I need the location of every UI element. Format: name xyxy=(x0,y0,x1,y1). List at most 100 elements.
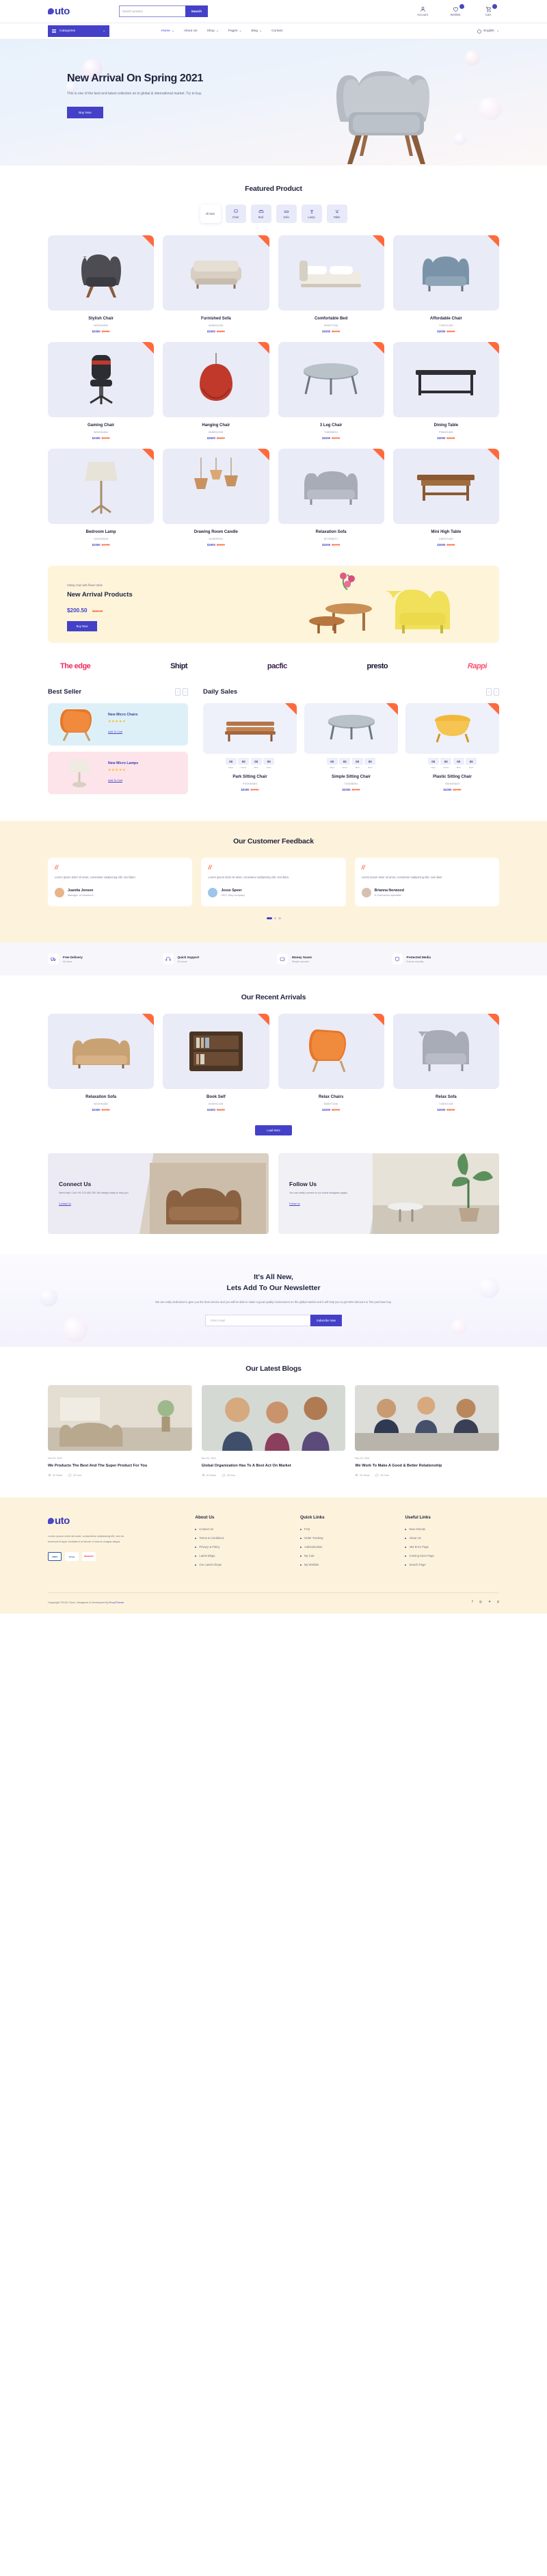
dailysales-next-button[interactable]: › xyxy=(494,688,499,696)
nav-item-blog[interactable]: Blog ⌄ xyxy=(251,29,262,33)
footer-link[interactable]: Authentication xyxy=(299,1545,395,1549)
product-card[interactable]: Comfortable Bed B09HT456 $2000 $1700 xyxy=(278,235,384,333)
footer-link[interactable]: My Cart xyxy=(299,1554,395,1558)
footer-link[interactable]: FAQ xyxy=(299,1527,395,1531)
nav-item-shop[interactable]: Shop ⌄ xyxy=(207,29,219,33)
heart-icon xyxy=(453,7,458,12)
nav-item-contact[interactable]: Contact xyxy=(271,29,283,33)
cart-button[interactable]: 00 Cart xyxy=(477,4,499,16)
add-to-cart-link[interactable]: Add To Cart xyxy=(108,778,122,782)
add-to-cart-link[interactable]: Add To Cart xyxy=(108,730,122,733)
brand-logo-pacfic[interactable]: pacfic xyxy=(267,662,287,670)
best-seller-card[interactable]: New Micro Lamps ★★★★★ Add To Cart xyxy=(48,752,188,794)
product-name: Simple Sitting Chair xyxy=(331,774,371,779)
product-thumbnail xyxy=(392,342,499,417)
product-card[interactable]: Relaxation Sofa N03HN456 $2000 $1700 xyxy=(48,1014,155,1112)
daily-sales-card[interactable]: 00 Days 00 Hours 00 Mins 00 Secs Simple Sitt… xyxy=(304,703,398,791)
footer-link[interactable]: Privacy & Policy xyxy=(195,1545,289,1549)
footer-link[interactable]: Order Tracking xyxy=(299,1536,395,1540)
brand-logo-presto[interactable]: presto xyxy=(366,662,388,670)
instagram-icon[interactable]: ◎ xyxy=(479,1600,482,1604)
product-card[interactable]: Mini High Table A80HG439 $3000 $1500 xyxy=(392,449,499,547)
filter-tab-bed[interactable]: Bed xyxy=(250,205,271,223)
carousel-dot[interactable] xyxy=(278,917,281,920)
footer-logo[interactable]: uto xyxy=(48,1515,184,1527)
product-thumbnail xyxy=(163,342,269,417)
blog-card[interactable]: Nov 02, 2021 Global Organization Has To … xyxy=(201,1384,346,1477)
nav-item-about-us[interactable]: About Us xyxy=(184,29,198,33)
blog-title: We Products The Best And The Super Produ… xyxy=(48,1463,148,1468)
brand-logo-the-edge[interactable]: The edge xyxy=(60,662,91,670)
product-card[interactable]: Furnished Sofa M45HG435 $3000 $1500 xyxy=(163,235,269,333)
product-card[interactable]: Dining Table P98HG435 $3000 $1500 xyxy=(392,342,499,440)
site-logo[interactable]: uto xyxy=(48,5,70,17)
carousel-dot[interactable] xyxy=(274,917,276,920)
language-selector[interactable]: English ⌄ xyxy=(477,29,499,34)
daily-sales-card[interactable]: 00 Days 00 Hours 00 Mins 00 Secs Park Sittin… xyxy=(203,703,297,791)
contact-us-link[interactable]: Contact Us xyxy=(59,1202,71,1205)
filter-tab-table[interactable]: Table xyxy=(326,205,347,223)
best-seller-card[interactable]: New Micro Chairs ★★★★★ Add To Cart xyxy=(48,703,188,746)
search-input[interactable] xyxy=(118,5,185,17)
product-thumbnail xyxy=(278,235,384,311)
filter-tab-sofa[interactable]: Sofa xyxy=(276,205,297,223)
product-card[interactable]: 3 Leg Chair T45DB891 $2000 $1700 xyxy=(278,342,384,440)
arrival-buy-now-button[interactable]: Buy Now xyxy=(67,621,97,631)
timer-secs: 00 Secs xyxy=(364,758,376,769)
product-card[interactable]: Bedroom Lamp G54HD845 $2000 $1700 xyxy=(48,449,155,547)
nav-item-home[interactable]: Home ⌄ xyxy=(161,29,174,33)
chair-icon xyxy=(233,209,238,213)
footer-link[interactable]: Coming Soon Page xyxy=(405,1554,499,1558)
truck-icon xyxy=(48,954,59,965)
twitter-icon[interactable]: ✦ xyxy=(488,1600,491,1604)
footer-link[interactable]: About Us xyxy=(405,1536,499,1540)
subscribe-button[interactable]: Subscribe Now xyxy=(310,1314,342,1326)
product-card[interactable]: Affordable Chair T45HG435 $3000 $1500 xyxy=(392,235,499,333)
wishlist-button[interactable]: 00 Wishlist xyxy=(444,4,466,16)
product-price: $2000 $1700 xyxy=(241,787,259,791)
product-card[interactable]: Relaxation Sofa M73SB871 $2000 $1700 xyxy=(278,449,384,547)
theme-credit-link[interactable]: EnvyTheme xyxy=(109,1601,124,1604)
sale-corner-badge xyxy=(372,449,384,460)
search-button[interactable]: Search xyxy=(185,5,208,17)
product-card[interactable]: Gaming Chair N03HN456 $2000 $1700 xyxy=(48,342,155,440)
product-card[interactable]: Relax Sofa T45HG435 $3000 $1500 xyxy=(392,1014,499,1112)
categories-button[interactable]: Categories ⌄ xyxy=(48,25,109,37)
product-card[interactable]: Drawing Room Candle N45DR902 $3000 $1500 xyxy=(163,449,269,547)
dailysales-prev-button[interactable]: ‹ xyxy=(486,688,492,696)
product-card[interactable]: Relax Chairs B09HT456 $2000 $1700 xyxy=(278,1014,384,1112)
footer-link[interactable]: New Arrivals xyxy=(405,1527,499,1531)
blog-card[interactable]: Nov 02, 2021 We Work To Make A Good & Be… xyxy=(355,1384,499,1477)
footer-link[interactable]: Terms & Conditions xyxy=(195,1536,289,1540)
product-card[interactable]: Hanging Chair M45HG435 $3000 $1500 xyxy=(163,342,269,440)
brand-logo-shipt[interactable]: Shipt xyxy=(170,662,188,670)
bestseller-prev-button[interactable]: ‹ xyxy=(175,688,181,696)
account-button[interactable]: Account xyxy=(412,6,433,16)
follow-us-link[interactable]: Follow Us xyxy=(289,1202,300,1205)
filter-tab-all-item[interactable]: All Item xyxy=(200,205,221,223)
hero-buy-now-button[interactable]: Buy Now xyxy=(67,107,103,119)
product-card[interactable]: Book Self M45HG435 $3000 $1500 xyxy=(163,1014,269,1112)
footer-link[interactable]: 404 Error Page xyxy=(405,1545,499,1549)
filter-tab-chair[interactable]: Chair xyxy=(225,205,246,223)
footer-link[interactable]: Contact Us xyxy=(195,1527,289,1531)
avatar xyxy=(361,887,371,897)
footer-link[interactable]: My Wishlist xyxy=(299,1563,395,1566)
footer-link[interactable]: Our Latest Shops xyxy=(195,1563,289,1566)
pinterest-icon[interactable]: p xyxy=(497,1600,499,1604)
daily-sales-card[interactable]: 00 Days 00 Hours 00 Mins 00 Secs Plastic Sit… xyxy=(405,703,499,791)
bestseller-next-button[interactable]: › xyxy=(183,688,188,696)
product-card[interactable]: Stylish Chair N03HN456 $2000 $1700 xyxy=(48,235,155,333)
blog-card[interactable]: Nov 02, 2021 We Products The Best And Th… xyxy=(48,1384,192,1477)
brand-logo-rappi[interactable]: Rappi xyxy=(468,662,488,670)
carousel-dot[interactable] xyxy=(266,917,272,920)
footer-link[interactable]: Search Page xyxy=(405,1563,499,1566)
load-more-button[interactable]: Load More xyxy=(255,1125,292,1136)
blog-comments: 00 Com xyxy=(222,1473,235,1477)
hero-banner: New Arrival On Spring 2021 This is one o… xyxy=(0,40,547,166)
filter-tab-lamp[interactable]: Lamp xyxy=(301,205,322,223)
footer-link[interactable]: Latest Blogs xyxy=(195,1554,289,1558)
nav-item-pages[interactable]: Pages ⌄ xyxy=(228,29,242,33)
newsletter-email-input[interactable] xyxy=(205,1314,310,1326)
feature-title: Free Delivery xyxy=(63,956,83,960)
